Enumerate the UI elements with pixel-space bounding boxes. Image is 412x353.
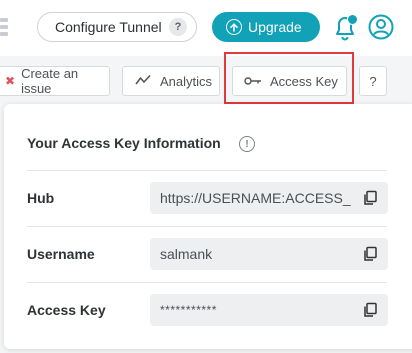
notification-dot bbox=[347, 14, 358, 25]
action-tabs: ✖ Create an issue Analytics Access Key ? bbox=[0, 56, 412, 104]
analytics-label: Analytics bbox=[160, 73, 213, 89]
username-value: salmank bbox=[160, 246, 213, 262]
create-issue-label: Create an issue bbox=[21, 66, 79, 96]
help-icon[interactable]: ? bbox=[169, 18, 187, 36]
configure-tunnel-button[interactable]: Configure Tunnel ? bbox=[37, 12, 197, 42]
username-field[interactable]: salmank bbox=[150, 238, 388, 270]
notifications-bell-icon[interactable] bbox=[332, 12, 358, 42]
panel-title: Your Access Key Information bbox=[27, 135, 221, 151]
user-avatar-icon[interactable] bbox=[368, 14, 394, 40]
top-header: Configure Tunnel ? Upgrade bbox=[0, 0, 412, 56]
hub-label: Hub bbox=[27, 190, 55, 206]
access-key-field-label: Access Key bbox=[27, 302, 106, 318]
help-button[interactable]: ? bbox=[359, 66, 387, 96]
arrow-up-icon bbox=[226, 19, 242, 35]
access-key-value: *********** bbox=[160, 303, 217, 317]
copy-icon[interactable] bbox=[362, 246, 378, 262]
configure-tunnel-label: Configure Tunnel bbox=[55, 19, 162, 35]
username-label: Username bbox=[27, 246, 95, 262]
access-key-field[interactable]: *********** bbox=[150, 294, 388, 326]
issue-icon: ✖ bbox=[5, 74, 16, 88]
access-key-panel: Your Access Key Information ! Hub https:… bbox=[4, 104, 412, 349]
help-label: ? bbox=[369, 73, 377, 89]
analytics-chart-icon bbox=[135, 74, 151, 89]
copy-icon[interactable] bbox=[362, 190, 378, 206]
hub-field[interactable]: https://USERNAME:ACCESS_ bbox=[150, 182, 388, 214]
access-key-label: Access Key bbox=[270, 73, 338, 89]
divider bbox=[27, 170, 387, 171]
hub-value: https://USERNAME:ACCESS_ bbox=[160, 190, 351, 206]
divider bbox=[27, 226, 387, 227]
upgrade-label: Upgrade bbox=[248, 19, 302, 35]
upgrade-button[interactable]: Upgrade bbox=[212, 12, 320, 42]
copy-icon[interactable] bbox=[362, 302, 378, 318]
access-key-button[interactable]: Access Key bbox=[232, 66, 347, 96]
menu-icon[interactable] bbox=[0, 18, 10, 36]
divider bbox=[27, 282, 387, 283]
info-icon[interactable]: ! bbox=[239, 136, 255, 152]
key-icon bbox=[244, 74, 262, 89]
create-issue-button[interactable]: ✖ Create an issue bbox=[0, 66, 110, 96]
analytics-button[interactable]: Analytics bbox=[122, 66, 220, 96]
